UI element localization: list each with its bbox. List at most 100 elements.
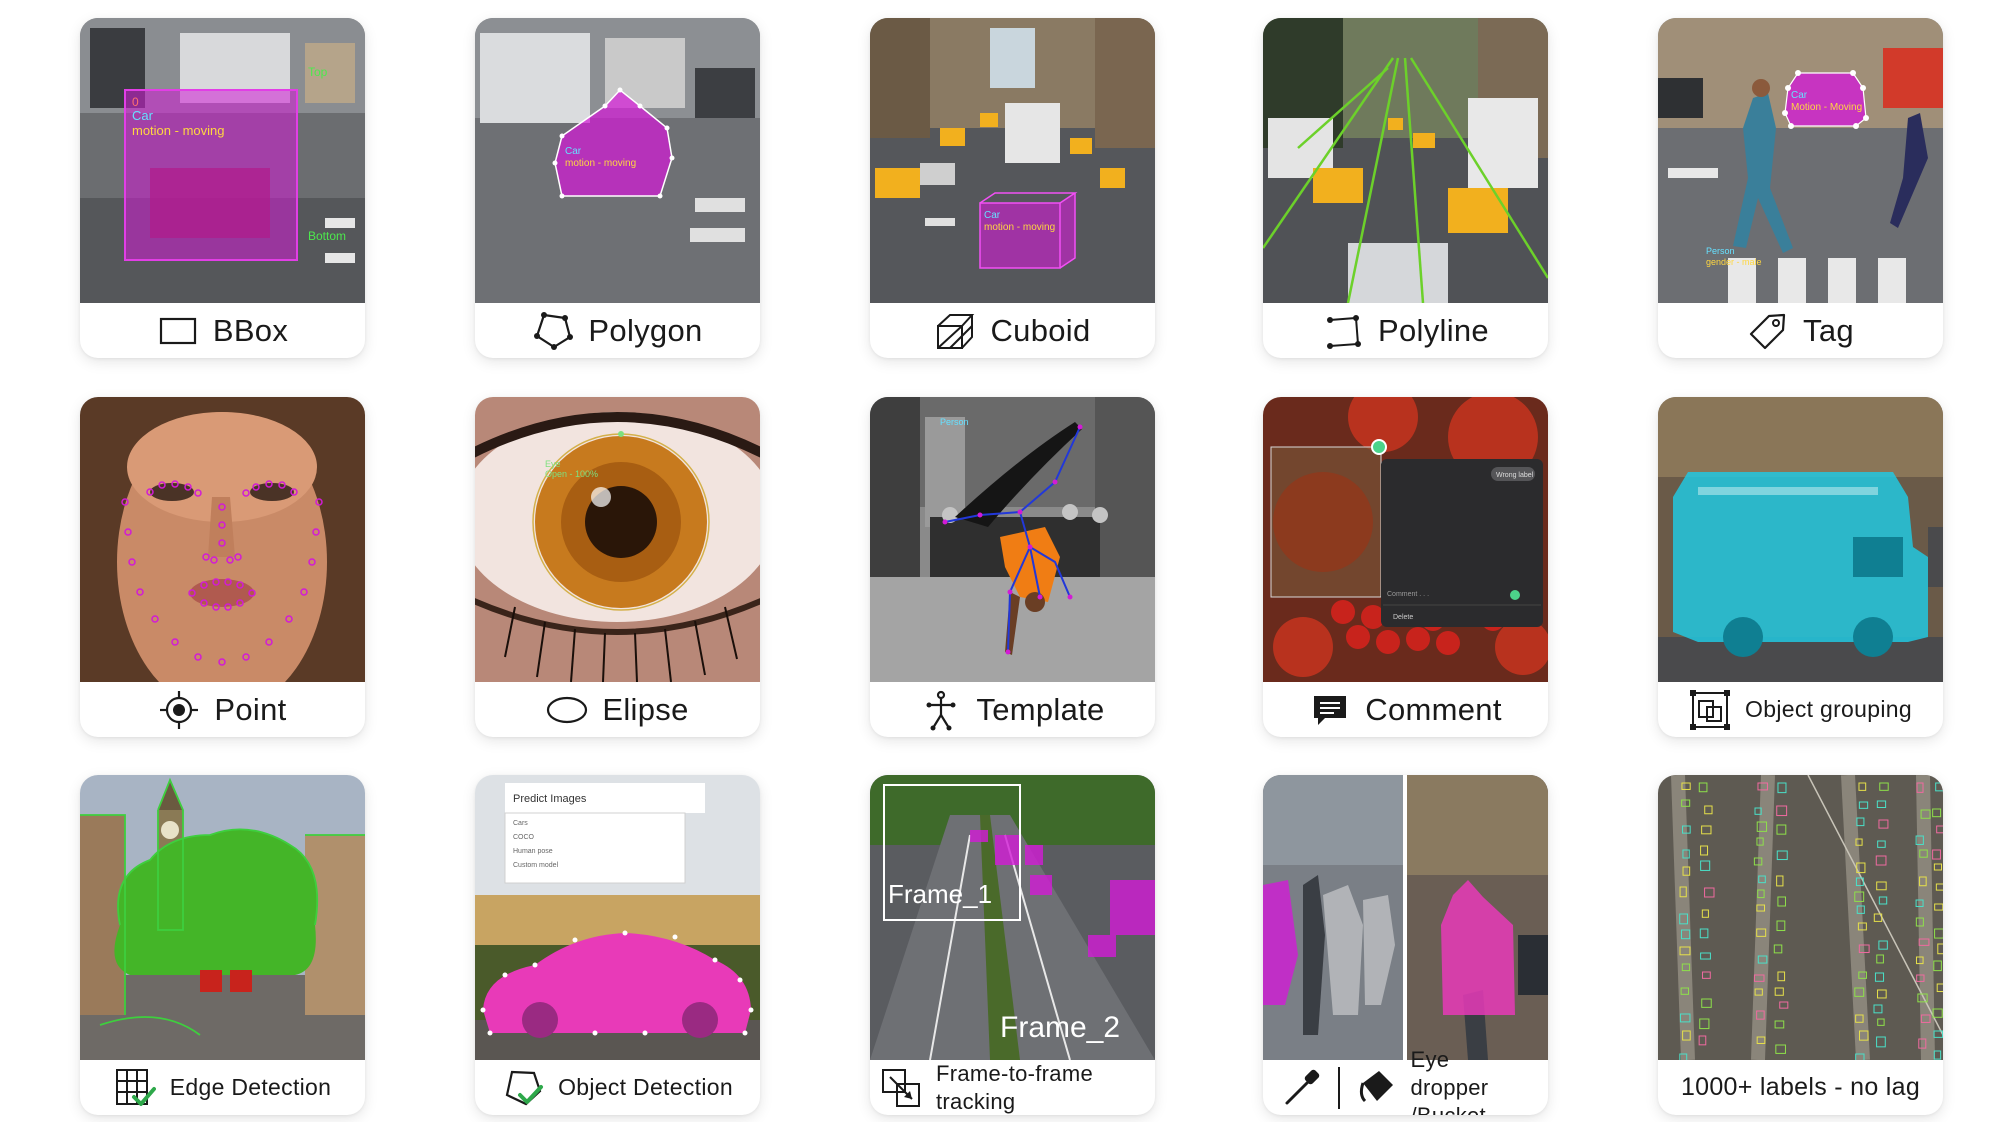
svg-text:motion - moving: motion - moving [132, 123, 224, 138]
polygon-image: Car motion - moving [475, 18, 760, 303]
polygon-icon [532, 310, 574, 352]
card-object-detection[interactable]: Predict Images Cars COCO Human pose Cust… [475, 775, 760, 1115]
card-label-row: Edge Detection [80, 1060, 365, 1115]
bucket-icon [1355, 1067, 1397, 1109]
card-title: Point [214, 691, 287, 727]
svg-text:motion - moving: motion - moving [984, 222, 1055, 233]
svg-text:Delete: Delete [1393, 614, 1413, 621]
card-elipse[interactable]: Eye Open - 100% Elipse [475, 397, 760, 737]
card-label-row: Cuboid [870, 303, 1155, 358]
polyline-image [1263, 18, 1548, 303]
elipse-image: Eye Open - 100% [475, 397, 760, 682]
card-label-row: Frame-to-frame tracking [870, 1060, 1155, 1115]
card-title: Elipse [602, 691, 689, 727]
svg-text:Comment . . .: Comment . . . [1387, 591, 1429, 598]
card-comment[interactable]: Wrong label Comment . . . Delete Comment [1263, 397, 1548, 737]
card-label-row: Eye dropper /Bucket [1263, 1047, 1548, 1115]
card-title: Template [976, 691, 1105, 727]
cuboid-icon [934, 310, 976, 352]
svg-text:Frame_2: Frame_2 [1000, 1011, 1120, 1044]
card-label-row: Template [870, 682, 1155, 737]
svg-text:Frame_1: Frame_1 [888, 879, 992, 909]
card-title: Frame-to-frame tracking [936, 1060, 1093, 1114]
card-title: 1000+ labels - no lag [1680, 1073, 1921, 1101]
card-polyline[interactable]: Polyline [1263, 18, 1548, 358]
card-cuboid[interactable]: Car motion - moving Cuboid [870, 18, 1155, 358]
object-detection-icon [502, 1067, 544, 1109]
svg-text:Motion - Moving: Motion - Moving [1791, 102, 1862, 113]
point-icon [158, 689, 200, 731]
ellipse-icon [546, 689, 588, 731]
labels-no-lag-image [1658, 775, 1943, 1060]
card-label-row: 1000+ labels - no lag [1658, 1060, 1943, 1115]
cuboid-image: Car motion - moving [870, 18, 1155, 303]
svg-text:Car: Car [132, 108, 154, 123]
bbox-image: 0 Car motion - moving Top Bottom [80, 18, 365, 303]
svg-text:Person: Person [1706, 246, 1735, 256]
svg-text:Human pose: Human pose [513, 848, 553, 855]
card-edge-detection[interactable]: Edge Detection [80, 775, 365, 1115]
svg-text:Car: Car [984, 210, 1001, 221]
eye-dropper-image [1263, 775, 1548, 1060]
polyline-icon [1322, 310, 1364, 352]
point-image [80, 397, 365, 682]
card-title: Cuboid [990, 312, 1091, 348]
svg-text:Open - 100%: Open - 100% [545, 469, 598, 479]
template-icon [920, 689, 962, 731]
template-image: Person [870, 397, 1155, 682]
card-title: Edge Detection [169, 1074, 332, 1100]
svg-text:Person: Person [940, 417, 969, 427]
comment-image: Wrong label Comment . . . Delete [1263, 397, 1548, 682]
eye-dropper-icon [1281, 1067, 1323, 1109]
card-title: Tag [1803, 312, 1854, 348]
card-label-row: Tag [1658, 303, 1943, 358]
svg-text:motion - moving: motion - moving [565, 158, 636, 169]
card-label-row: Comment [1263, 682, 1548, 737]
svg-text:Bottom: Bottom [308, 229, 346, 243]
card-polygon[interactable]: Car motion - moving Polygon [475, 18, 760, 358]
svg-text:Car: Car [1791, 90, 1808, 101]
svg-text:Wrong label: Wrong label [1496, 472, 1534, 479]
card-title: Object grouping [1745, 696, 1912, 722]
card-bbox[interactable]: 0 Car motion - moving Top Bottom BBox [80, 18, 365, 358]
card-title: Comment [1365, 691, 1502, 727]
card-label-row: Point [80, 682, 365, 737]
bbox-icon [157, 310, 199, 352]
comment-icon [1309, 689, 1351, 731]
object-grouping-icon [1689, 689, 1731, 731]
card-label-row: Elipse [475, 682, 760, 737]
svg-text:COCO: COCO [513, 834, 535, 841]
card-point[interactable]: Point [80, 397, 365, 737]
divider [1337, 1066, 1341, 1109]
card-title: Object Detection [558, 1074, 733, 1100]
card-label-row: Polyline [1263, 303, 1548, 358]
frame-tracking-image: Frame_1 Frame_2 [870, 775, 1155, 1060]
card-title: Polyline [1378, 312, 1489, 348]
card-label-row: Object grouping [1658, 682, 1943, 737]
svg-text:Car: Car [565, 146, 582, 157]
card-title: Polygon [588, 312, 703, 348]
svg-text:0: 0 [132, 95, 139, 109]
edge-detection-image [80, 775, 365, 1060]
svg-text:Eye: Eye [545, 459, 561, 469]
svg-text:Predict Images: Predict Images [513, 793, 587, 805]
card-object-grouping[interactable]: Object grouping [1658, 397, 1943, 737]
edge-detection-icon [114, 1067, 156, 1109]
card-label-row: Object Detection [475, 1060, 760, 1115]
card-labels-no-lag[interactable]: 1000+ labels - no lag [1658, 775, 1943, 1115]
card-title: BBox [212, 312, 289, 348]
object-detection-image: Predict Images Cars COCO Human pose Cust… [475, 775, 760, 1060]
card-title: Eye dropper /Bucket [1410, 1046, 1489, 1116]
card-label-row: BBox [80, 303, 365, 358]
card-frame-tracking[interactable]: Frame_1 Frame_2 Frame-to-frame tracking [870, 775, 1155, 1115]
tag-image: Car Motion - Moving Person gender - male [1658, 18, 1943, 303]
tag-icon [1747, 310, 1789, 352]
frame-tracking-icon [880, 1067, 922, 1109]
svg-text:gender - male: gender - male [1706, 257, 1762, 267]
card-template[interactable]: Person Template [870, 397, 1155, 737]
card-tag[interactable]: Car Motion - Moving Person gender - male… [1658, 18, 1943, 358]
object-grouping-image [1658, 397, 1943, 682]
card-label-row: Polygon [475, 303, 760, 358]
svg-text:Custom model: Custom model [513, 862, 559, 869]
card-eye-dropper[interactable]: Eye dropper /Bucket [1263, 775, 1548, 1115]
